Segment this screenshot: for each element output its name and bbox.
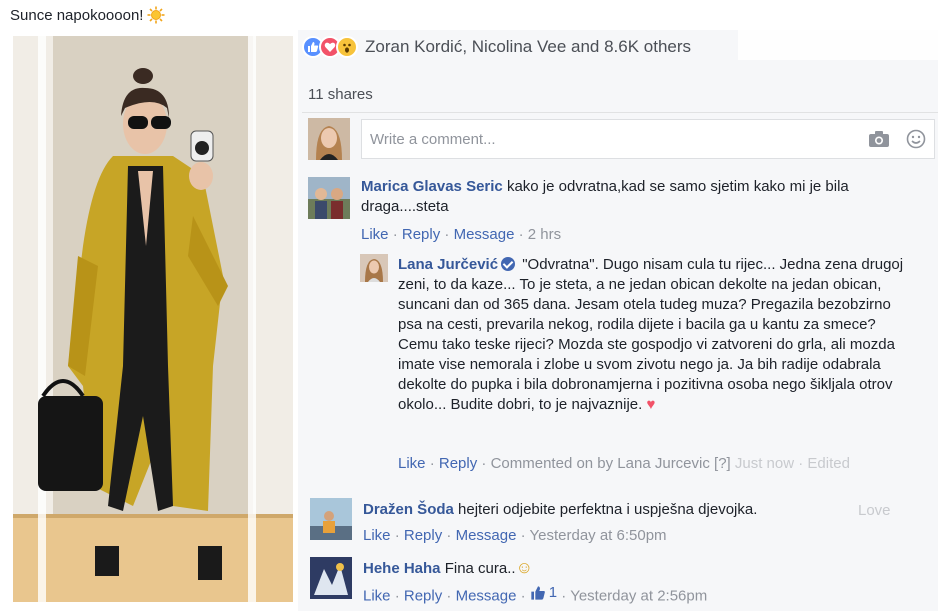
comment-actions: Like · Reply · Message · 1 · Yesterday a…	[363, 584, 708, 605]
avatar[interactable]	[360, 254, 388, 282]
avatar[interactable]	[308, 177, 350, 219]
comment-actions: Like · Reply · Message · Yesterday at 6:…	[363, 527, 667, 544]
message-link[interactable]: Message	[456, 527, 517, 544]
post-photo[interactable]	[13, 36, 293, 602]
comment-actions: Like · Reply · Commented on by Lana Jurc…	[398, 455, 850, 472]
avatar[interactable]	[310, 498, 352, 540]
emoji-icon[interactable]	[906, 129, 926, 149]
reply-link[interactable]: Reply	[404, 527, 442, 544]
commenter-name[interactable]: Lana Jurčević	[398, 256, 498, 273]
like-link[interactable]: Like	[363, 527, 391, 544]
reply-link[interactable]: Reply	[402, 226, 440, 243]
post-caption: Sunce napokoooon!	[10, 6, 165, 24]
message-link[interactable]: Message	[456, 588, 517, 605]
comment-text: Dražen Šoda hejteri odjebite perfektna i…	[363, 500, 903, 520]
post-photo-illustration	[13, 36, 293, 602]
comment-message: hejteri odjebite perfektna i uspješna dj…	[458, 501, 758, 518]
comment-edited-meta: Just now · Edited	[734, 455, 850, 472]
reply-link[interactable]: Reply	[439, 455, 477, 472]
comment-like-count[interactable]: 1	[530, 584, 557, 601]
caption-text: Sunce napokoooon!	[10, 6, 144, 24]
shares-count[interactable]: 11 shares	[308, 86, 373, 103]
comment-time[interactable]: 2 hrs	[528, 226, 561, 243]
camera-icon[interactable]	[868, 130, 890, 148]
commenter-name[interactable]: Marica Glavas Seric	[361, 178, 503, 195]
message-link[interactable]: Message	[454, 226, 515, 243]
reaction-names[interactable]: Zoran Kordić, Nicolina Vee and 8.6K othe…	[365, 37, 691, 57]
avatar[interactable]	[308, 118, 350, 160]
like-count-value: 1	[548, 584, 558, 601]
like-link[interactable]: Like	[398, 455, 426, 472]
reactions-summary[interactable]: Zoran Kordić, Nicolina Vee and 8.6K othe…	[302, 34, 691, 60]
comment-message: Fina cura..	[444, 560, 516, 577]
divider	[302, 112, 938, 113]
like-link[interactable]: Like	[361, 226, 389, 243]
faded-love-label: Love	[858, 502, 891, 519]
comment-time[interactable]: Yesterday at 6:50pm	[530, 527, 667, 544]
wow-icon	[336, 36, 358, 58]
comment-time[interactable]: Yesterday at 2:56pm	[570, 588, 707, 605]
like-link[interactable]: Like	[363, 588, 391, 605]
comment-text: Hehe Haha Fina cura..☺	[363, 558, 903, 579]
comment-actions: Like · Reply · Message · 2 hrs	[361, 226, 562, 243]
comment-text: Lana Jurčević "Odvratna". Dugo nisam cul…	[398, 255, 908, 415]
comment-message: "Odvratna". Dugo nisam cula tu rijec... …	[398, 256, 904, 413]
comment-meta[interactable]: Commented on by Lana Jurcevic [?]	[491, 455, 731, 472]
commenter-name[interactable]: Dražen Šoda	[363, 501, 454, 518]
heart-icon: ♥	[646, 396, 656, 413]
comment-input[interactable]	[370, 130, 868, 148]
avatar[interactable]	[310, 557, 352, 599]
smile-icon: ☺	[515, 558, 533, 577]
commenter-name[interactable]: Hehe Haha	[363, 560, 441, 577]
sun-icon	[147, 6, 165, 24]
comment-composer[interactable]	[361, 119, 935, 159]
reply-link[interactable]: Reply	[404, 588, 442, 605]
thumbs-up-icon	[531, 585, 545, 600]
comments-panel: Zoran Kordić, Nicolina Vee and 8.6K othe…	[298, 30, 938, 611]
comment-text: Marica Glavas Seric kako je odvratna,kad…	[361, 177, 921, 217]
verified-badge-icon	[501, 257, 516, 271]
overlay-strip	[738, 30, 938, 60]
